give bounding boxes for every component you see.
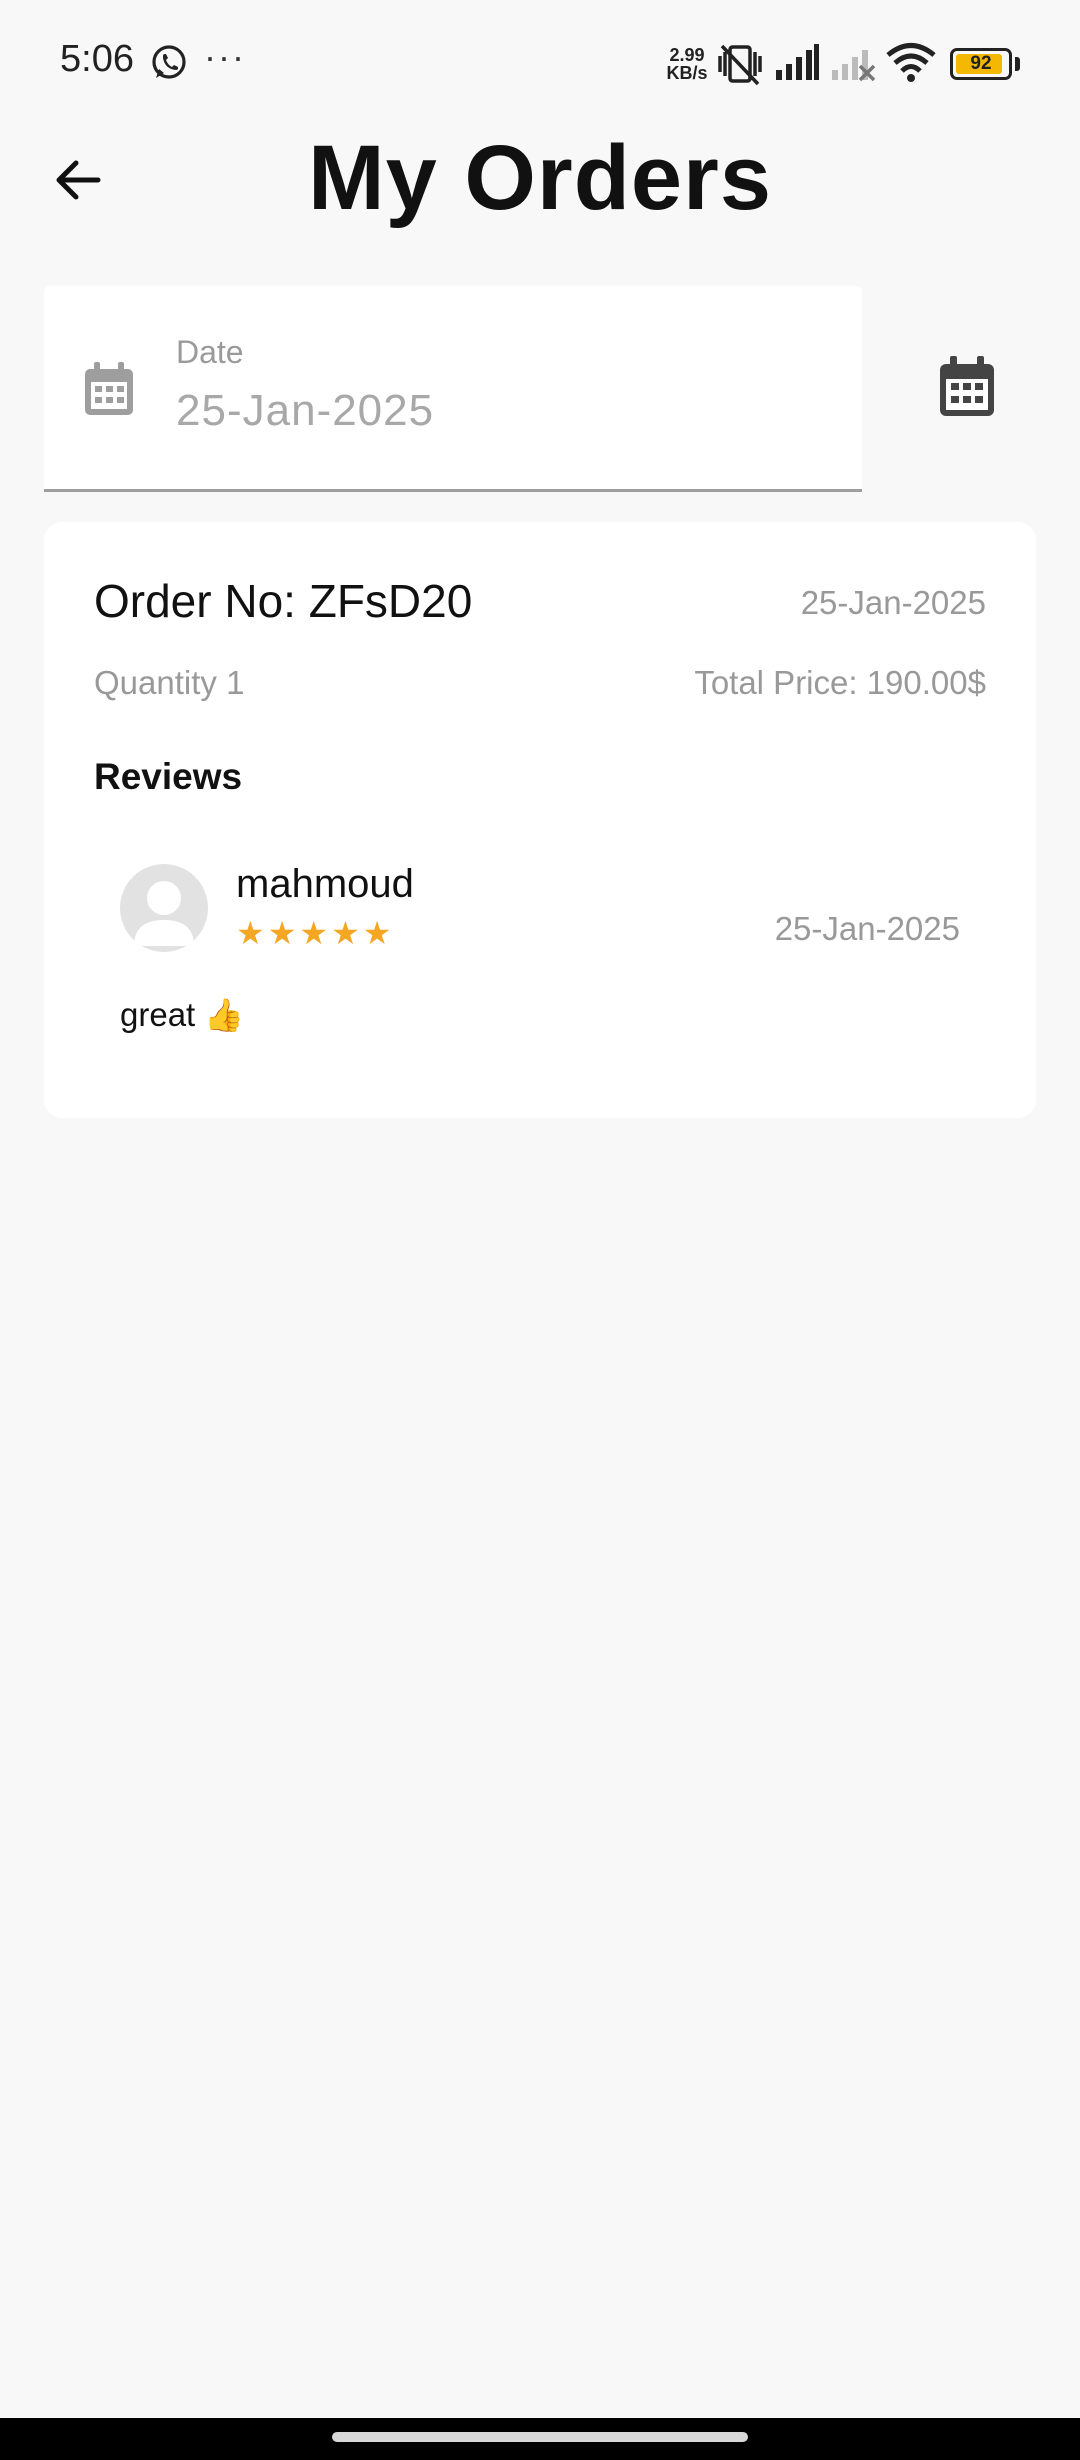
network-speed-value: 2.99	[669, 45, 705, 65]
star-icon: ★	[236, 915, 265, 951]
calendar-icon	[85, 362, 133, 415]
date-filter-field[interactable]: Date 25-Jan-2025	[44, 286, 862, 492]
review-date: 25-Jan-2025	[774, 910, 960, 947]
whatsapp-icon	[152, 45, 186, 79]
user-placeholder-icon	[134, 881, 194, 946]
page-title: My Orders	[307, 127, 773, 229]
network-speed: 2.99 KB/s	[664, 46, 710, 82]
calendar-button[interactable]	[936, 354, 998, 420]
order-card[interactable]: Order No: ZFsD20 25-Jan-2025 Quantity 1 …	[44, 522, 1036, 1118]
status-bar: 5:06 ··· 2.99 KB/s 92	[0, 0, 1080, 128]
battery-tip	[1015, 57, 1020, 71]
navigation-bar	[0, 2418, 1080, 2460]
order-total-price: Total Price: 190.00$	[694, 664, 986, 701]
date-field-label: Date	[176, 334, 244, 370]
battery-level: 92	[970, 53, 992, 74]
wifi-icon	[886, 43, 936, 82]
star-icon: ★	[299, 915, 329, 951]
order-quantity: Quantity 1	[94, 664, 245, 701]
status-time: 5:06	[60, 38, 134, 80]
date-field-value: 25-Jan-2025	[176, 386, 435, 435]
more-dots-icon: ···	[204, 36, 246, 77]
order-number: Order No: ZFsD20	[94, 575, 473, 627]
signal-icon	[776, 44, 819, 80]
review-comment: great	[120, 996, 196, 1033]
star-icon: ★	[362, 915, 392, 951]
thumbs-up-emoji: 👍	[204, 997, 245, 1033]
signal-no-service-icon	[832, 50, 876, 82]
star-icon: ★	[267, 915, 297, 951]
avatar	[120, 864, 208, 952]
reviewer-name: mahmoud	[236, 862, 414, 906]
rating-stars: ★ ★ ★ ★ ★	[236, 916, 391, 950]
review-text: great 👍	[120, 996, 244, 1034]
star-icon: ★	[331, 915, 360, 951]
home-gesture-handle[interactable]	[332, 2432, 748, 2442]
mute-vibrate-icon	[718, 44, 762, 86]
order-date: 25-Jan-2025	[800, 584, 986, 621]
battery-icon: 92	[950, 48, 1012, 80]
reviews-heading: Reviews	[94, 756, 243, 797]
network-speed-unit: KB/s	[666, 63, 708, 83]
